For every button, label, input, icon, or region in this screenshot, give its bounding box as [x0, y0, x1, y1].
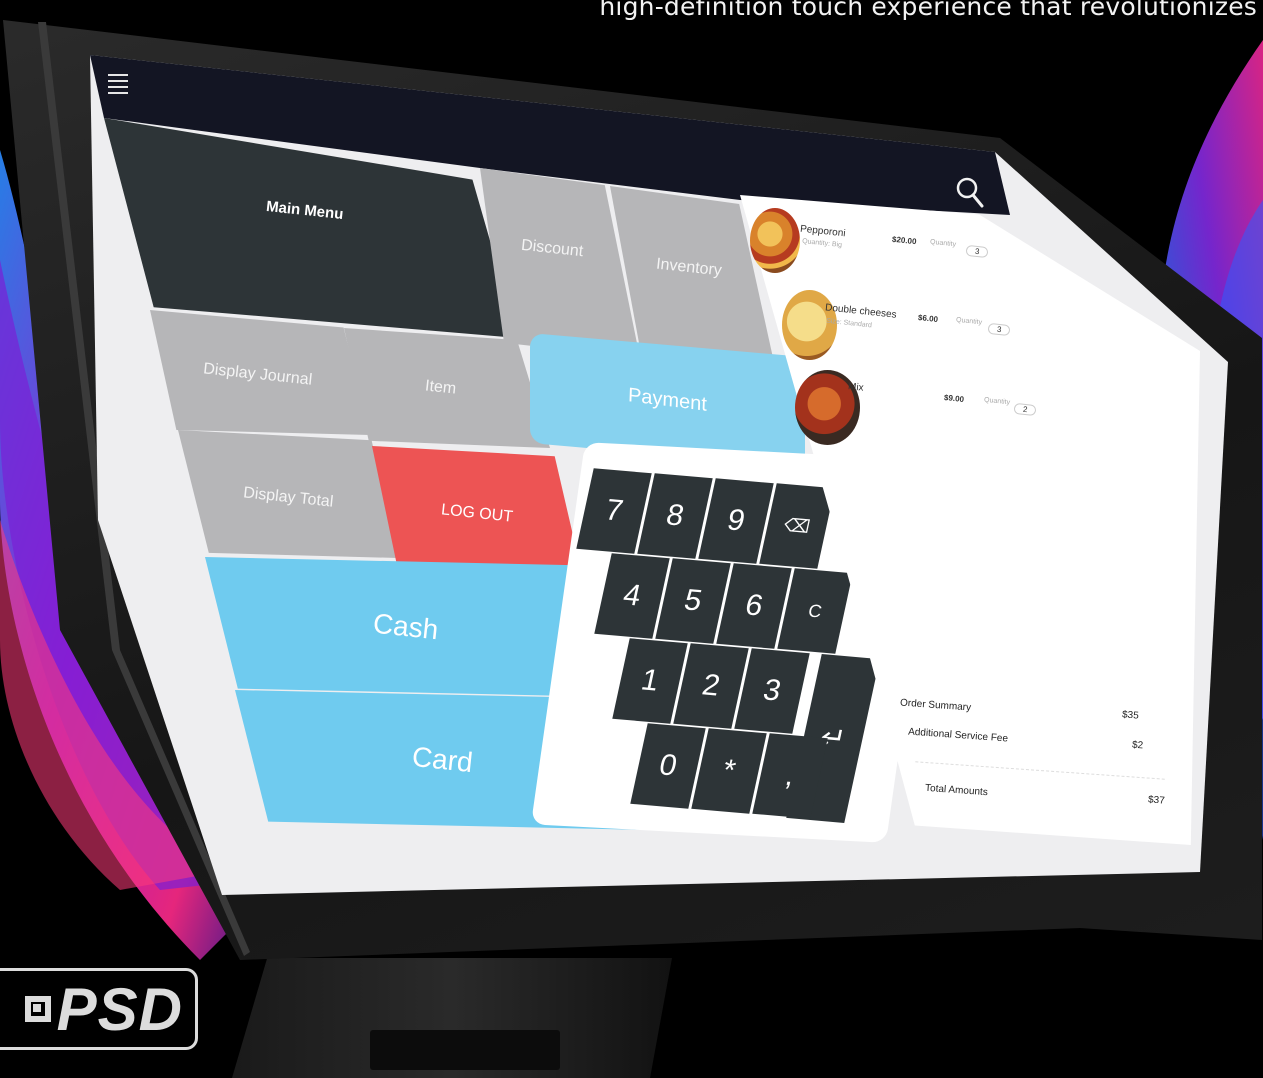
- logo-mark-icon: [24, 996, 51, 1022]
- order-item-qty[interactable]: 2: [1013, 402, 1037, 417]
- order-item-qty[interactable]: 3: [965, 244, 989, 259]
- order-item-name: Mix: [847, 381, 865, 394]
- search-icon[interactable]: [955, 176, 985, 210]
- display-journal-tile[interactable]: Display Journal: [150, 310, 370, 435]
- display-total-tile[interactable]: Display Total: [178, 430, 398, 558]
- total-amounts-value: $37: [1147, 794, 1166, 807]
- stand-slot: [370, 1030, 560, 1070]
- order-item-qty[interactable]: 3: [987, 322, 1011, 337]
- pizza-image-pepperoni: [750, 208, 800, 273]
- hamburger-icon[interactable]: [108, 70, 128, 96]
- order-summary-value: $35: [1121, 709, 1140, 722]
- log-out-button[interactable]: LOG OUT: [372, 446, 582, 574]
- service-fee-value: $2: [1131, 739, 1144, 752]
- order-item-price: $6.00: [917, 312, 939, 325]
- psd-logo: PSD: [0, 968, 198, 1050]
- order-item-price: $9.00: [943, 392, 965, 405]
- marketing-tagline: high-definition touch experience that re…: [599, 0, 1257, 21]
